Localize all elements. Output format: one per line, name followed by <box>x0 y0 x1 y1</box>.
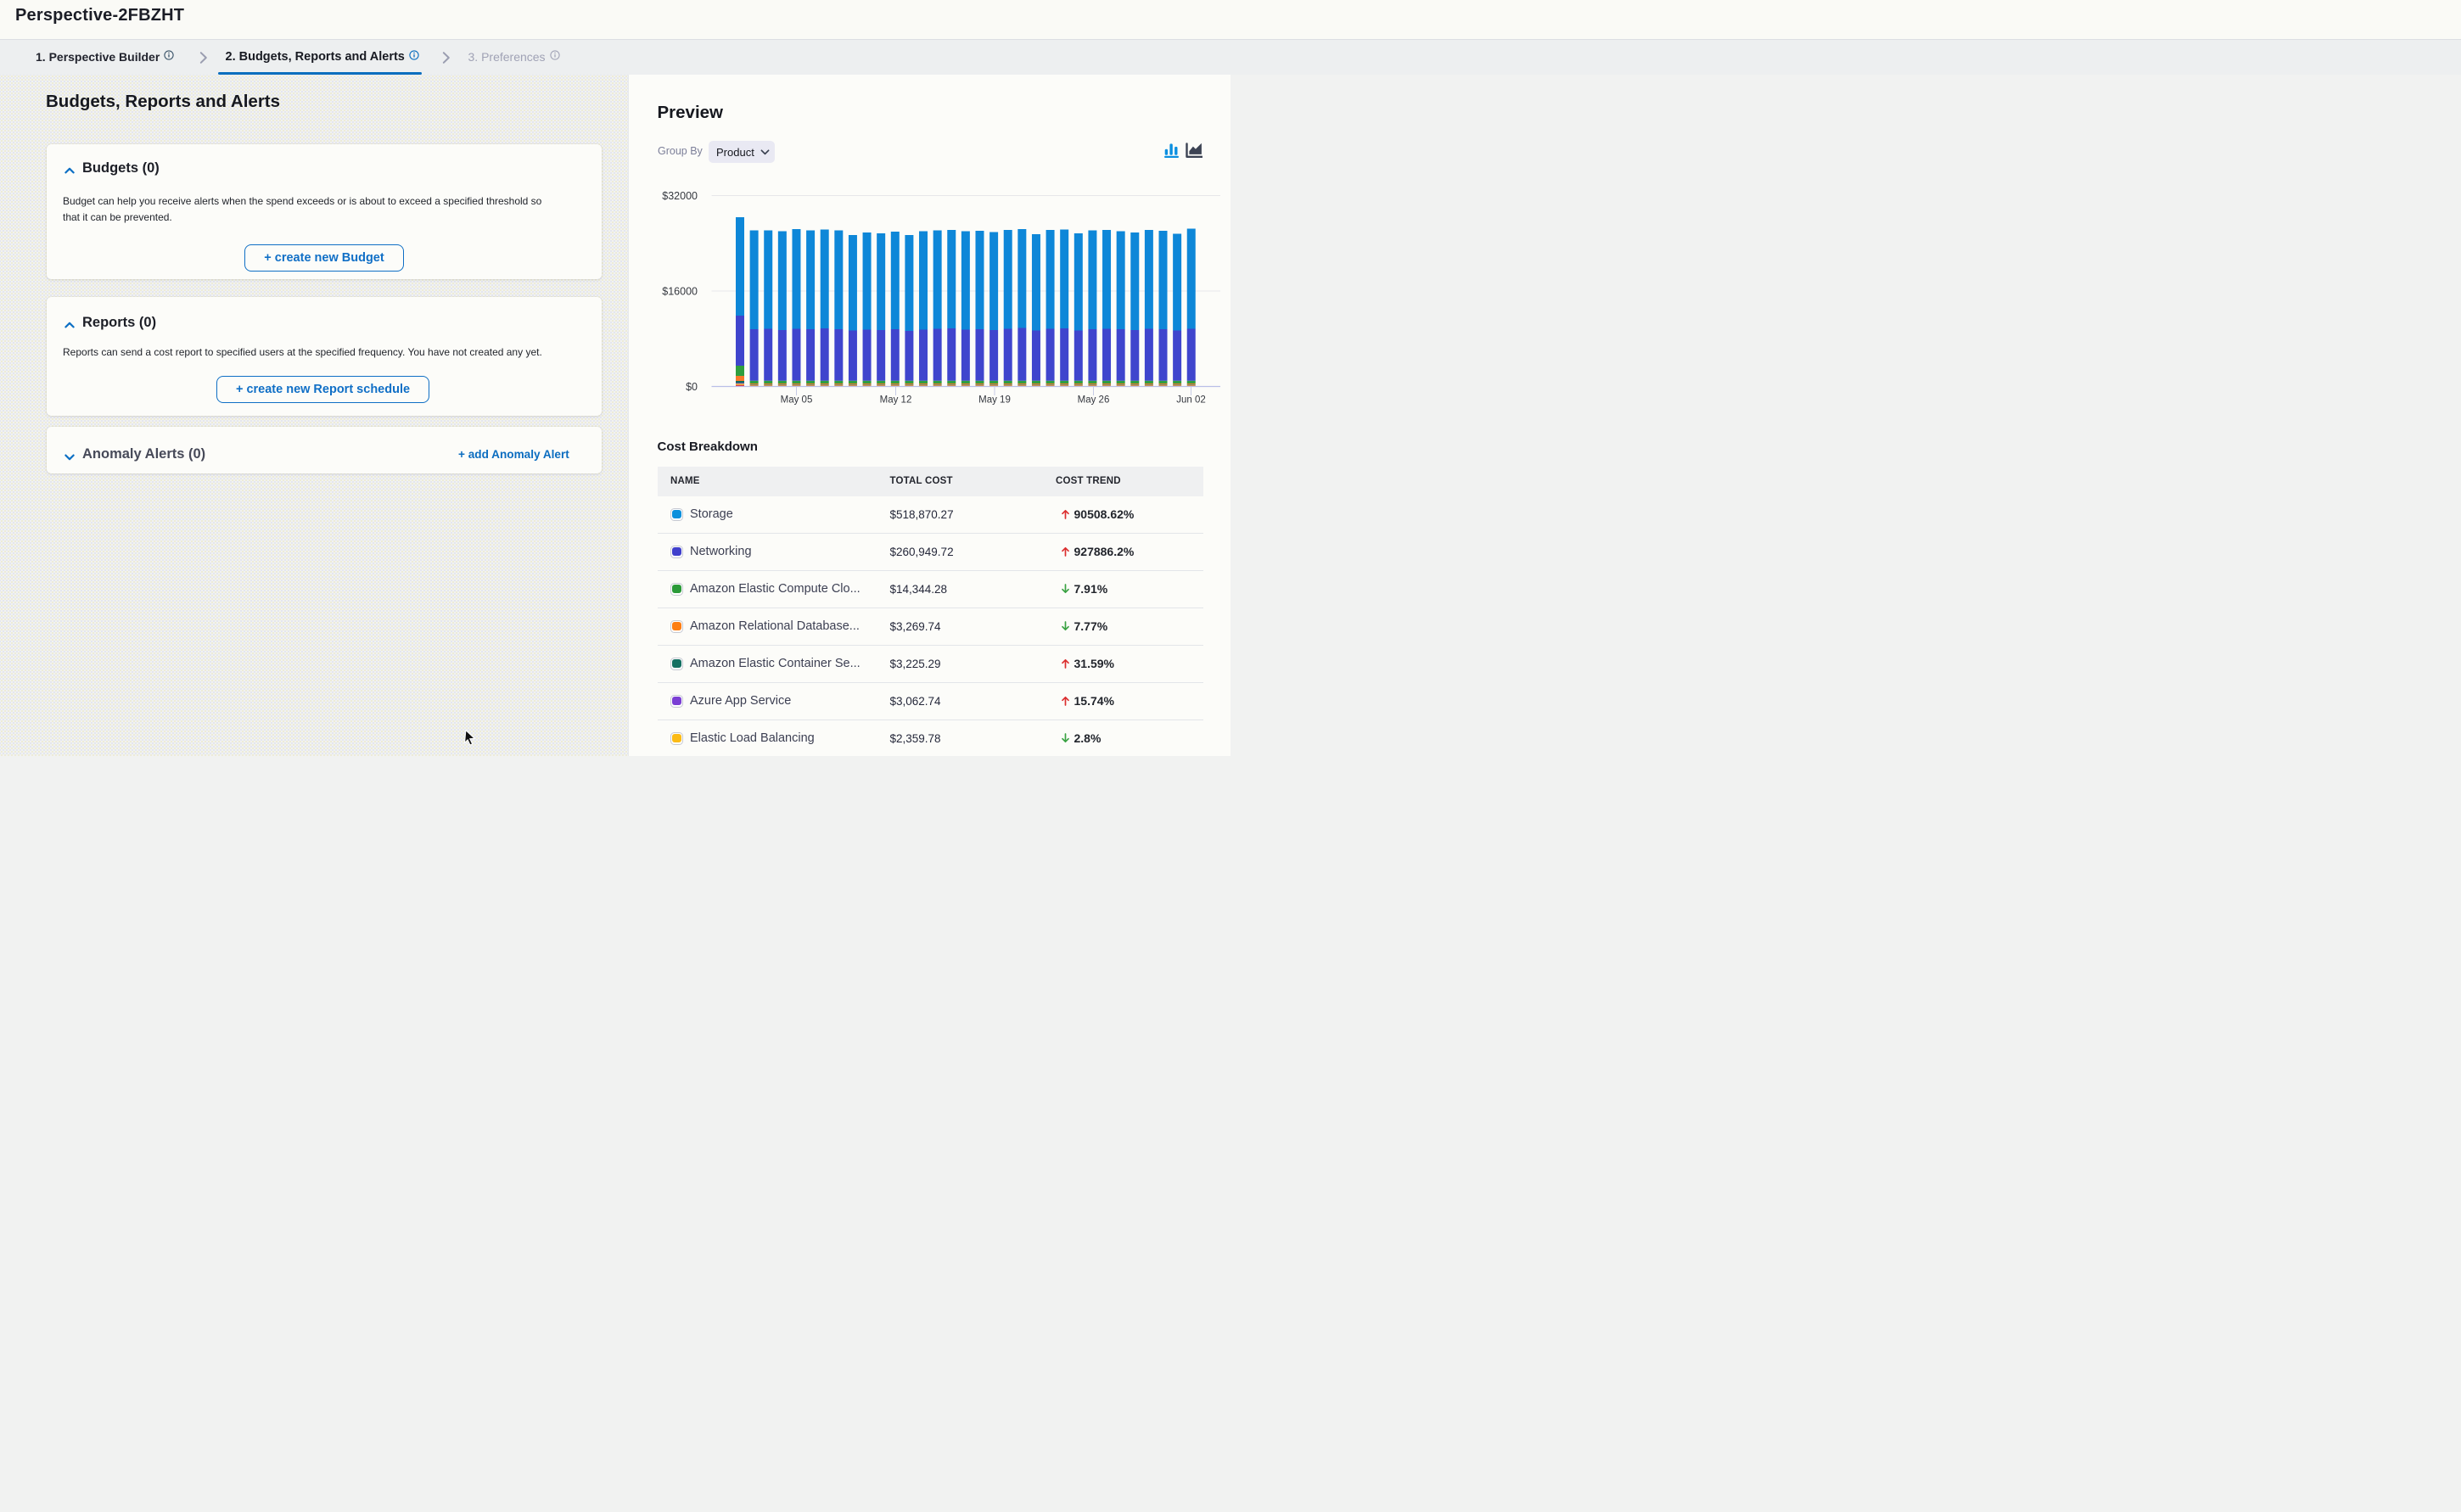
svg-text:$32000: $32000 <box>662 190 698 202</box>
svg-text:$16000: $16000 <box>662 286 698 298</box>
svg-text:May 26: May 26 <box>1078 395 1110 406</box>
svg-text:Jun 02: Jun 02 <box>1176 395 1206 406</box>
svg-text:May 12: May 12 <box>880 395 912 406</box>
svg-text:May 05: May 05 <box>781 395 813 406</box>
svg-text:May 19: May 19 <box>978 395 1011 406</box>
svg-text:$0: $0 <box>686 381 698 393</box>
